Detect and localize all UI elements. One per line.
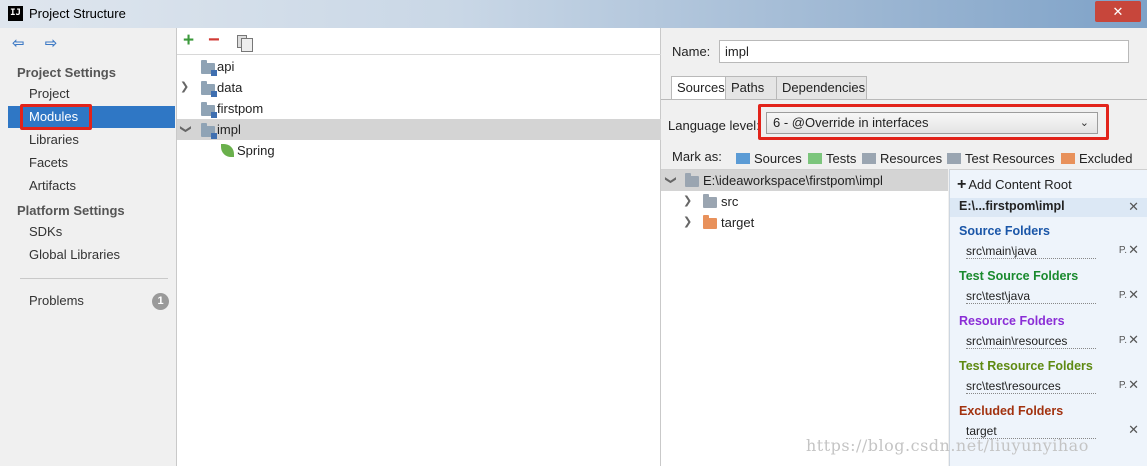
tree-item-firstpom[interactable]: firstpom bbox=[177, 98, 661, 119]
sidebar-item-libraries[interactable]: Libraries bbox=[8, 129, 175, 151]
sidebar-item-facets[interactable]: Facets bbox=[8, 152, 175, 174]
sidebar-item-problems[interactable]: Problems bbox=[8, 290, 175, 312]
resources-folder-icon bbox=[862, 153, 876, 164]
resource-folder-path: src\main\resources bbox=[966, 334, 1096, 349]
platform-settings-header: Platform Settings bbox=[17, 203, 125, 218]
language-level-label: Language level: bbox=[668, 118, 760, 133]
copy-module-icon[interactable] bbox=[237, 35, 253, 52]
folder-icon bbox=[703, 194, 717, 208]
remove-folder-icon[interactable]: ✕ bbox=[1128, 242, 1139, 258]
add-content-root-label: Add Content Root bbox=[968, 177, 1072, 192]
module-folder-icon bbox=[201, 60, 217, 76]
excluded-folders-title: Excluded Folders bbox=[959, 404, 1064, 418]
sidebar-divider bbox=[20, 278, 168, 279]
remove-module-icon[interactable]: − bbox=[208, 29, 220, 52]
close-button[interactable]: ✕ bbox=[1095, 1, 1141, 22]
chevron-down-icon[interactable]: ❯ bbox=[660, 176, 681, 186]
tab-paths[interactable]: Paths bbox=[725, 76, 777, 100]
title-bar: IJ Project Structure ✕ bbox=[0, 0, 1147, 28]
sources-folder-icon bbox=[736, 153, 750, 164]
tree-item-label: api bbox=[217, 59, 235, 74]
sidebar-item-sdks[interactable]: SDKs bbox=[8, 221, 175, 243]
mark-as-label-text: Test Resources bbox=[965, 151, 1055, 166]
source-folders-title: Source Folders bbox=[959, 224, 1050, 238]
content-root-label: E:\ideaworkspace\firstpom\impl bbox=[703, 173, 883, 188]
test-resources-folder-icon bbox=[947, 153, 961, 164]
tests-folder-icon bbox=[808, 153, 822, 164]
settings-sidebar: ⇦ ⇨ Project Settings Project Modules Lib… bbox=[0, 28, 177, 466]
module-details-panel: Name: impl Sources Paths Dependencies La… bbox=[661, 28, 1147, 466]
tree-item-impl[interactable]: ❯ impl bbox=[177, 119, 661, 140]
tab-separator bbox=[661, 99, 1147, 100]
sidebar-item-artifacts[interactable]: Artifacts bbox=[8, 175, 175, 197]
problems-count-badge: 1 bbox=[152, 293, 169, 310]
test-resource-folder-path: src\test\resources bbox=[966, 379, 1096, 394]
remove-folder-icon[interactable]: ✕ bbox=[1128, 332, 1139, 348]
chevron-down-icon[interactable]: ❯ bbox=[175, 125, 196, 135]
tree-item-data[interactable]: ❯ data bbox=[177, 77, 661, 98]
tree-item-spring[interactable]: Spring bbox=[177, 140, 661, 161]
test-resource-folders-title: Test Resource Folders bbox=[959, 359, 1093, 373]
mark-as-label-text: Sources bbox=[754, 151, 802, 166]
module-tree-panel: + − api ❯ data firstpom ❯ impl Spring bbox=[177, 28, 661, 466]
tree-item-label: target bbox=[721, 215, 755, 230]
source-folder-path: src\main\java bbox=[966, 244, 1096, 259]
tab-dependencies[interactable]: Dependencies bbox=[776, 76, 867, 100]
chevron-right-icon[interactable]: ❯ bbox=[683, 212, 693, 233]
language-level-highlight-box bbox=[758, 104, 1109, 140]
package-prefix-button[interactable]: P. bbox=[1119, 245, 1127, 256]
remove-root-icon[interactable]: ✕ bbox=[1128, 199, 1139, 215]
add-content-root-button[interactable]: + Add Content Root bbox=[957, 176, 1072, 194]
test-source-folders-title: Test Source Folders bbox=[959, 269, 1079, 283]
sidebar-item-project[interactable]: Project bbox=[8, 83, 175, 105]
content-root-row[interactable]: ❯ E:\ideaworkspace\firstpom\impl bbox=[661, 170, 948, 191]
package-prefix-button[interactable]: P. bbox=[1119, 290, 1127, 301]
content-roots-panel: + Add Content Root E:\...firstpom\impl ✕ … bbox=[949, 169, 1147, 466]
module-folder-icon bbox=[201, 102, 217, 118]
spring-leaf-icon bbox=[221, 144, 234, 157]
mark-as-label-text: Tests bbox=[826, 151, 857, 166]
folder-icon bbox=[685, 173, 699, 187]
package-prefix-button[interactable]: P. bbox=[1119, 335, 1127, 346]
tree-item-api[interactable]: api bbox=[177, 56, 661, 77]
content-root-path: E:\...firstpom\impl bbox=[959, 199, 1065, 213]
excluded-folder-icon bbox=[703, 215, 717, 229]
tree-item-label: data bbox=[217, 80, 243, 95]
watermark: https://blog.csdn.net/liuyunyihao bbox=[806, 436, 1089, 455]
module-name-field[interactable]: impl bbox=[719, 40, 1129, 63]
tree-item-src[interactable]: ❯ src bbox=[661, 191, 948, 212]
resource-folders-title: Resource Folders bbox=[959, 314, 1065, 328]
name-label: Name: bbox=[672, 44, 711, 59]
remove-folder-icon[interactable]: ✕ bbox=[1128, 377, 1139, 393]
window-title: Project Structure bbox=[29, 6, 126, 21]
chevron-right-icon[interactable]: ❯ bbox=[180, 77, 190, 98]
content-root-tree: ❯ E:\ideaworkspace\firstpom\impl ❯ src ❯… bbox=[661, 169, 948, 466]
content-root-header: E:\...firstpom\impl ✕ bbox=[950, 198, 1147, 217]
tree-item-target[interactable]: ❯ target bbox=[661, 212, 948, 233]
sidebar-item-global-libraries[interactable]: Global Libraries bbox=[8, 244, 175, 266]
excluded-folder-icon bbox=[1061, 153, 1075, 164]
tab-sources[interactable]: Sources bbox=[671, 76, 726, 100]
project-settings-header: Project Settings bbox=[17, 65, 116, 80]
remove-folder-icon[interactable]: ✕ bbox=[1128, 422, 1139, 438]
remove-folder-icon[interactable]: ✕ bbox=[1128, 287, 1139, 303]
plus-icon: + bbox=[957, 176, 967, 193]
modules-highlight-box bbox=[20, 104, 92, 130]
test-source-folder-path: src\test\java bbox=[966, 289, 1096, 304]
mark-as-label-text: Excluded bbox=[1079, 151, 1133, 166]
module-folder-icon bbox=[201, 81, 217, 97]
add-module-icon[interactable]: + bbox=[183, 30, 194, 52]
intellij-icon: IJ bbox=[8, 6, 23, 21]
module-toolbar: + − bbox=[177, 28, 661, 55]
tree-item-label: firstpom bbox=[217, 101, 264, 116]
mark-as-label-text: Resources bbox=[880, 151, 943, 166]
module-folder-icon bbox=[201, 123, 217, 139]
tree-item-label: src bbox=[721, 194, 739, 209]
package-prefix-button[interactable]: P. bbox=[1119, 380, 1127, 391]
mark-as-label: Mark as: bbox=[672, 149, 722, 164]
chevron-right-icon[interactable]: ❯ bbox=[683, 191, 693, 212]
tree-item-label: Spring bbox=[237, 143, 275, 158]
tree-item-label: impl bbox=[217, 122, 241, 137]
back-forward-arrows[interactable]: ⇦ ⇨ bbox=[12, 34, 65, 52]
